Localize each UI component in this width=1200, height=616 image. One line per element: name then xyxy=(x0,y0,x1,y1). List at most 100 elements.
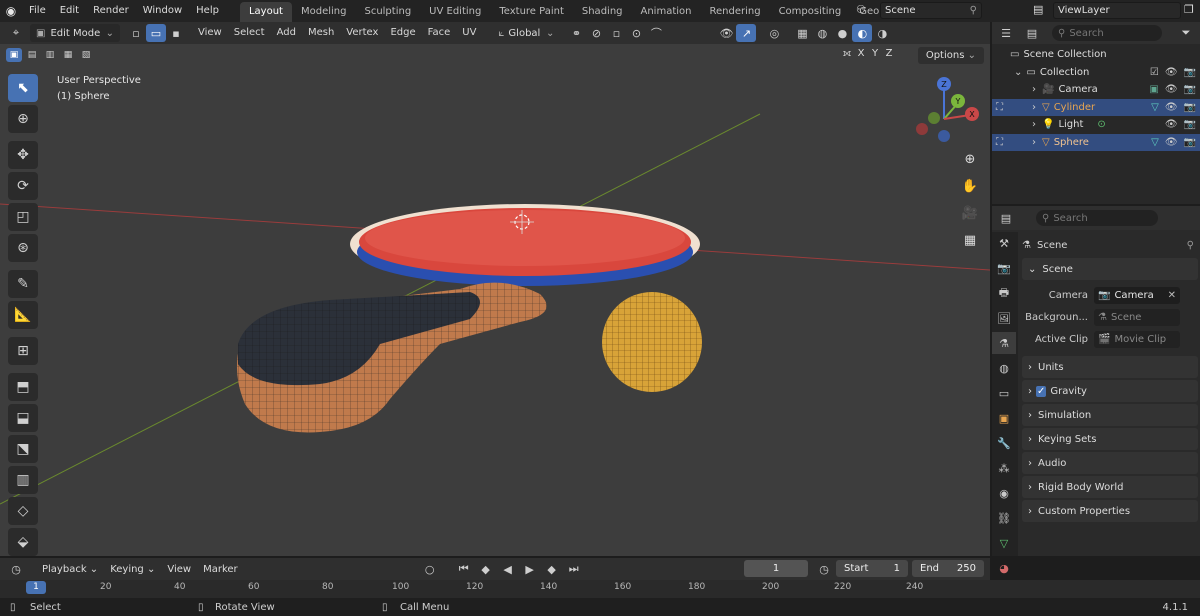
camera-data-icon[interactable]: ▣ xyxy=(1149,84,1158,95)
select-extend-icon[interactable]: ▤ xyxy=(24,48,40,62)
active-clip-property-field[interactable]: 🎬 Movie Clip xyxy=(1094,330,1180,348)
section-units[interactable]: › Units xyxy=(1022,356,1198,378)
tab-animation[interactable]: Animation xyxy=(632,2,701,22)
outliner-row-camera[interactable]: › 🎥 Camera ▣ 👁 📷 xyxy=(992,81,1200,99)
edit-mode-icon[interactable]: ⛶ xyxy=(996,102,1003,113)
section-rigid-body-world[interactable]: › Rigid Body World xyxy=(1022,476,1198,498)
eye-icon[interactable]: 👁 xyxy=(1165,119,1178,130)
outliner-search[interactable]: ⚲ Search xyxy=(1052,25,1162,41)
extrude-tool-icon[interactable]: ⬒ xyxy=(8,373,38,401)
section-keying-sets[interactable]: › Keying Sets xyxy=(1022,428,1198,450)
menu-mesh[interactable]: Mesh xyxy=(302,24,340,42)
select-box-tool-icon[interactable]: ⬉ xyxy=(8,74,38,102)
physics-tab-icon[interactable]: ◉ xyxy=(992,482,1016,504)
outliner-row-scene-collection[interactable]: ▭ Scene Collection xyxy=(992,46,1200,64)
mode-dropdown[interactable]: ▣ Edit Mode ⌄ xyxy=(30,24,120,42)
inset-tool-icon[interactable]: ⬓ xyxy=(8,404,38,432)
menu-add[interactable]: Add xyxy=(271,24,302,42)
gizmo-neg-x-axis[interactable] xyxy=(916,123,928,135)
eye-icon[interactable]: 👁 xyxy=(1165,137,1178,148)
new-view-layer-icon[interactable]: ❐ xyxy=(1184,3,1194,16)
vertex-select-icon[interactable]: ▫ xyxy=(126,24,146,42)
eye-icon[interactable]: 👁 xyxy=(1165,67,1178,78)
menu-file[interactable]: File xyxy=(22,0,53,22)
timeline-view-menu[interactable]: View xyxy=(161,564,197,575)
shading-solid-icon[interactable]: ● xyxy=(832,24,852,42)
scene-selector[interactable]: Scene ⚲ xyxy=(880,2,982,19)
tab-texture-paint[interactable]: Texture Paint xyxy=(490,2,573,22)
menu-view[interactable]: View xyxy=(192,24,228,42)
display-mode-icon[interactable]: ▤ xyxy=(1022,24,1042,42)
tab-rendering[interactable]: Rendering xyxy=(700,2,769,22)
camera-property-field[interactable]: 📷 Camera ✕ xyxy=(1094,286,1180,304)
options-button[interactable]: Options ⌄ xyxy=(917,47,984,64)
menu-help[interactable]: Help xyxy=(189,0,226,22)
object-tab-icon[interactable]: ▣ xyxy=(992,407,1016,429)
gizmo-toggle-icon[interactable]: ↗ xyxy=(736,24,757,42)
outliner-row-collection[interactable]: ⌄ ▭ Collection ☑ 👁 📷 xyxy=(992,64,1200,82)
select-invert-icon[interactable]: ▦ xyxy=(60,48,76,62)
menu-edge[interactable]: Edge xyxy=(384,24,421,42)
measure-tool-icon[interactable]: 📐 xyxy=(8,301,38,329)
eye-icon[interactable]: 👁 xyxy=(1165,102,1178,113)
tool-tab-icon[interactable]: ⚒ xyxy=(992,232,1016,254)
menu-edit[interactable]: Edit xyxy=(53,0,86,22)
chevron-right-icon[interactable]: › xyxy=(1032,84,1036,95)
view-layer-tab-icon[interactable]: 🖼 xyxy=(992,307,1016,329)
scale-tool-icon[interactable]: ◰ xyxy=(8,203,38,231)
view-layer-selector[interactable]: ViewLayer xyxy=(1053,2,1181,19)
shading-rendered-icon[interactable]: ◑ xyxy=(872,24,892,42)
end-frame-field[interactable]: End 250 xyxy=(912,560,984,577)
pivot-point-icon[interactable]: ⚭ xyxy=(566,24,586,42)
move-tool-icon[interactable]: ✥ xyxy=(8,141,38,169)
outliner-row-cylinder[interactable]: ⛶ › ▽ Cylinder ▽ 👁 📷 xyxy=(992,98,1200,116)
proportional-edit-icon[interactable]: ⊙ xyxy=(626,24,646,42)
zoom-icon[interactable]: ⊕ xyxy=(958,147,982,171)
3d-viewport[interactable]: Z Y X User Perspective (1) Sphere ▣ ▤ ▥ … xyxy=(0,44,990,556)
pin-icon[interactable]: ⚲ xyxy=(970,5,977,16)
add-cube-tool-icon[interactable]: ⊞ xyxy=(8,337,38,365)
particles-tab-icon[interactable]: ⁂ xyxy=(992,457,1016,479)
section-custom-properties[interactable]: › Custom Properties xyxy=(1022,500,1198,522)
jump-end-icon[interactable]: ⏭ xyxy=(564,560,584,578)
transform-tool-icon[interactable]: ⊛ xyxy=(8,234,38,262)
auto-keying-icon[interactable]: ○ xyxy=(420,560,440,578)
eye-icon[interactable]: 👁 xyxy=(1165,84,1178,95)
transform-orientation-dropdown[interactable]: ⟀ Global ⌄ xyxy=(492,24,560,42)
material-tab-icon[interactable]: ◕ xyxy=(992,557,1016,579)
loop-cut-tool-icon[interactable]: ▥ xyxy=(8,466,38,494)
view-layer-browse-icon[interactable]: ▤ xyxy=(1033,3,1043,16)
marker-menu[interactable]: Marker xyxy=(197,564,244,575)
section-gravity[interactable]: › ✓ Gravity xyxy=(1022,380,1198,402)
render-tab-icon[interactable]: 📷 xyxy=(992,257,1016,279)
render-camera-icon[interactable]: 📷 xyxy=(1184,84,1196,95)
perspective-grid-icon[interactable]: ▦ xyxy=(958,228,982,252)
face-select-icon[interactable]: ▪ xyxy=(166,24,186,42)
knife-tool-icon[interactable]: ◇ xyxy=(8,497,38,525)
tab-compositing[interactable]: Compositing xyxy=(770,2,851,22)
outliner-row-sphere[interactable]: ⛶ › ▽ Sphere ▽ 👁 📷 xyxy=(992,133,1200,151)
shading-wireframe-icon[interactable]: ◍ xyxy=(812,24,832,42)
rotate-tool-icon[interactable]: ⟳ xyxy=(8,172,38,200)
menu-vertex[interactable]: Vertex xyxy=(340,24,384,42)
jump-start-icon[interactable]: ⏮ xyxy=(454,560,474,578)
select-new-icon[interactable]: ▣ xyxy=(6,48,22,62)
chevron-right-icon[interactable]: › xyxy=(1032,137,1036,148)
render-camera-icon[interactable]: 📷 xyxy=(1184,67,1196,78)
edit-mode-icon[interactable]: ⛶ xyxy=(996,137,1003,148)
preview-range-icon[interactable]: ◷ xyxy=(814,560,834,578)
edge-select-icon[interactable]: ▭ xyxy=(146,24,166,42)
xray-icon[interactable]: ▦ xyxy=(792,24,812,42)
constraints-tab-icon[interactable]: ⛓ xyxy=(992,507,1016,529)
properties-editor-icon[interactable]: ▤ xyxy=(996,209,1016,227)
mirror-x-toggle[interactable]: X xyxy=(854,48,868,64)
render-camera-icon[interactable]: 📷 xyxy=(1184,137,1196,148)
properties-search[interactable]: ⚲ Search xyxy=(1036,210,1158,226)
chevron-down-icon[interactable]: ⌄ xyxy=(1014,67,1022,78)
modifier-tab-icon[interactable]: 🔧 xyxy=(992,432,1016,454)
playhead[interactable]: 1 xyxy=(26,581,46,594)
data-tab-icon[interactable]: ▽ xyxy=(992,532,1016,554)
editor-type-icon[interactable]: ⌖ xyxy=(6,24,26,42)
output-tab-icon[interactable]: 🖶 xyxy=(992,282,1016,304)
select-intersect-icon[interactable]: ▧ xyxy=(78,48,94,62)
